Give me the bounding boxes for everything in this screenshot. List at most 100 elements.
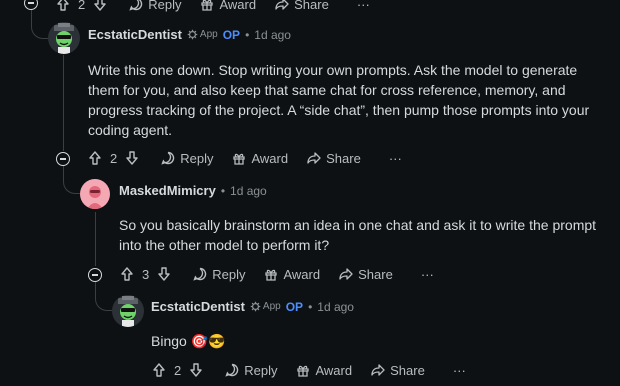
award-button[interactable]: Award [199,0,256,12]
downvote-button[interactable] [92,0,108,12]
thread-connector-3 [95,282,112,311]
reply-button[interactable]: Reply [160,150,213,166]
upvote-button[interactable] [55,0,71,12]
collapse-thread-button[interactable] [88,268,102,282]
comment-action-bar: 2 Reply Award Share ··· [87,146,402,170]
comment-action-bar: 3 Reply Award Share ··· [119,262,434,286]
share-icon [339,268,353,280]
author-name[interactable]: EcstaticDentist [151,299,245,314]
arrow-down-icon [158,267,170,281]
reply-label: Reply [212,266,246,282]
gear-icon [250,301,261,312]
share-icon [371,364,385,376]
app-label: App [199,29,218,40]
thread-line-2 [95,212,96,266]
award-label: Award [315,362,353,378]
app-badge: App [250,301,281,312]
comment-body: Bingo 🎯😎 [151,333,226,349]
op-badge: OP [285,299,304,314]
avatar[interactable] [48,22,80,54]
more-options-button[interactable]: ··· [389,151,402,166]
downvote-button[interactable] [188,362,204,378]
op-badge: OP [222,27,241,42]
award-icon [201,0,214,11]
vote-count: 2 [174,362,182,378]
user-avatar-icon [54,23,74,54]
more-options-button[interactable]: ··· [421,267,434,282]
award-button[interactable]: Award [295,362,352,378]
user-avatar-icon [118,296,138,327]
app-label: App [262,301,281,312]
separator: • [308,299,313,314]
share-button[interactable]: Share [306,150,361,166]
chat-bubble-icon [193,267,207,281]
user-avatar-icon [87,186,103,209]
avatar[interactable] [80,179,110,209]
comment-body: So you basically brainstorm an idea in o… [119,217,597,253]
award-label: Award [283,266,321,282]
share-button[interactable]: Share [274,0,329,12]
reply-button[interactable]: Reply [192,266,245,282]
timestamp[interactable]: 1d ago [230,184,267,198]
author-name[interactable]: MaskedMimicry [119,183,216,198]
reply-button[interactable]: Reply [128,0,181,12]
separator: • [220,183,226,198]
vote-count: 2 [78,0,86,12]
reply-label: Reply [148,0,182,12]
share-label: Share [358,266,393,282]
chat-bubble-icon [161,151,175,165]
top-action-bar: 2 Reply Award Share ··· [55,0,370,16]
award-button[interactable]: Award [231,150,288,166]
award-button[interactable]: Award [263,266,320,282]
thread-connector-2 [63,166,80,194]
vote-count: 2 [110,150,118,166]
more-options-button[interactable]: ··· [357,0,370,12]
collapse-thread-button[interactable] [56,152,70,166]
share-button[interactable]: Share [338,266,393,282]
share-label: Share [326,150,361,166]
timestamp[interactable]: 1d ago [254,28,291,42]
author-name[interactable]: EcstaticDentist [88,27,182,42]
award-label: Award [219,0,257,12]
thread-line-1 [63,55,64,151]
comment-meta: EcstaticDentist App OP • 1d ago [151,299,354,314]
share-button[interactable]: Share [370,362,425,378]
comment-action-bar: 2 Reply Award Share ··· [151,358,466,382]
share-label: Share [294,0,329,12]
comment-meta: MaskedMimicry • 1d ago [119,183,267,198]
downvote-button[interactable] [156,266,172,282]
reply-label: Reply [244,362,278,378]
award-label: Award [251,150,289,166]
downvote-button[interactable] [124,150,140,166]
arrow-up-icon [121,267,133,281]
timestamp[interactable]: 1d ago [317,300,354,314]
arrow-up-icon [153,363,165,377]
arrow-up-icon [89,151,101,165]
chat-bubble-icon [225,363,239,377]
reply-button[interactable]: Reply [224,362,277,378]
share-label: Share [390,362,425,378]
gear-icon [187,29,198,40]
avatar[interactable] [112,295,144,327]
arrow-down-icon [94,0,106,11]
app-badge: App [187,29,218,40]
award-icon [297,365,310,377]
arrow-down-icon [190,363,202,377]
arrow-up-icon [57,0,69,11]
upvote-button[interactable] [151,362,167,378]
upvote-button[interactable] [119,266,135,282]
upvote-button[interactable] [87,150,103,166]
reply-label: Reply [180,150,214,166]
chat-bubble-icon [129,0,143,11]
comment-meta: EcstaticDentist App OP • 1d ago [88,27,291,42]
arrow-down-icon [126,151,138,165]
award-icon [233,153,246,165]
separator: • [245,27,250,42]
thread-connector-1 [31,6,48,39]
award-icon [265,269,278,281]
share-icon [307,152,321,164]
share-icon [275,0,289,10]
more-options-button[interactable]: ··· [453,363,466,378]
vote-count: 3 [142,266,150,282]
comment-body: Write this one down. Stop writing your o… [88,62,590,138]
